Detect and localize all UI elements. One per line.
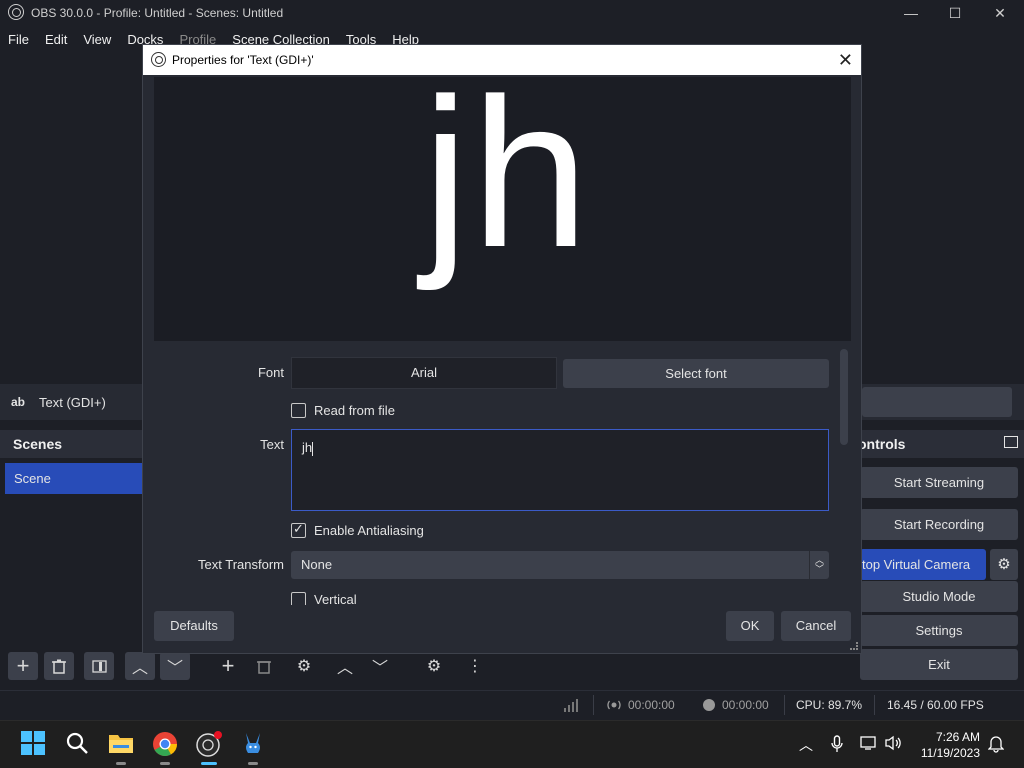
defaults-button[interactable]: Defaults (154, 611, 234, 641)
read-from-file-checkbox[interactable] (291, 403, 306, 418)
dock-float-icon[interactable] (1004, 436, 1018, 448)
font-label: Font (257, 365, 284, 380)
start-recording-button[interactable]: Start Recording (860, 509, 1018, 540)
start-streaming-button[interactable]: Start Streaming (860, 467, 1018, 498)
network-status-icon[interactable] (860, 735, 878, 754)
text-transform-label: Text Transform (198, 557, 284, 572)
exit-button[interactable]: Exit (860, 649, 1018, 680)
enable-antialiasing-label[interactable]: Enable Antialiasing (314, 523, 424, 538)
taskbar-clock-date[interactable]: 11/19/2023 (910, 746, 980, 760)
vertical-label[interactable]: Vertical (314, 592, 357, 605)
enable-antialiasing-checkbox[interactable] (291, 521, 306, 538)
obs-logo-icon (151, 52, 166, 67)
rabbit-app-icon[interactable] (240, 731, 266, 757)
font-display: Arial (291, 357, 557, 389)
text-caret (312, 441, 314, 456)
taskbar-clock-time[interactable]: 7:26 AM (922, 730, 980, 744)
close-button[interactable]: ✕ (977, 0, 1023, 26)
window-titlebar: OBS 30.0.0 - Profile: Untitled - Scenes:… (0, 0, 1024, 26)
source-properties-icon[interactable]: ⚙ (289, 652, 319, 680)
taskbar-active-indicator (201, 762, 217, 765)
chrome-icon[interactable] (152, 731, 178, 757)
ok-button[interactable]: OK (726, 611, 774, 641)
preview-text: jh (422, 77, 592, 291)
audio-settings-icon[interactable]: ⚙ (419, 652, 449, 680)
add-scene-icon[interactable]: + (8, 652, 38, 680)
virtual-camera-settings-icon[interactable]: ⚙ (990, 549, 1018, 580)
text-transform-select[interactable]: None ︿ ﹀ (291, 551, 829, 579)
tray-chevron-icon[interactable]: ︿ (799, 735, 813, 755)
vertical-checkbox[interactable] (291, 592, 306, 605)
text-input-value: jh (302, 440, 313, 455)
maximize-button[interactable]: ☐ (932, 0, 978, 26)
studio-mode-button[interactable]: Studio Mode (860, 581, 1018, 612)
dialog-close-icon[interactable]: ✕ (838, 50, 853, 71)
move-source-up-icon[interactable]: ︿ (330, 652, 360, 680)
microphone-icon[interactable] (831, 735, 843, 756)
selected-source-name: Text (GDI+) (39, 395, 106, 410)
stream-time: 00:00:00 (628, 698, 675, 712)
search-icon[interactable] (65, 731, 91, 757)
taskbar-indicator (248, 762, 258, 765)
divider (874, 695, 875, 715)
properties-scrollbar[interactable] (840, 349, 848, 445)
virtual-camera-button[interactable]: top Virtual Camera (860, 549, 986, 580)
scenes-dock: Scenes Scene (0, 430, 142, 650)
stream-status-icon (607, 698, 621, 715)
text-source-icon: ab (11, 395, 26, 409)
select-font-button[interactable]: Select font (563, 359, 829, 388)
move-scene-up-icon[interactable]: ︿ (125, 652, 155, 680)
source-filter-box[interactable] (862, 387, 1012, 417)
text-transform-value: None (301, 557, 333, 572)
desktop: OBS 30.0.0 - Profile: Untitled - Scenes:… (0, 0, 1024, 768)
network-icon (563, 698, 579, 715)
status-bar: 00:00:00 00:00:00 CPU: 89.7% 16.45 / 60.… (0, 690, 1024, 718)
minimize-button[interactable]: — (888, 0, 934, 26)
dock-toolbar: + ︿ ﹀ + ⚙ ︿ ﹀ ⚙ ⋮ (0, 652, 858, 682)
move-source-down-icon[interactable]: ﹀ (365, 652, 395, 680)
window-title: OBS 30.0.0 - Profile: Untitled - Scenes:… (31, 6, 284, 20)
record-status-icon (702, 698, 716, 715)
resize-grip[interactable] (850, 642, 858, 650)
fps-readout: 16.45 / 60.00 FPS (887, 698, 984, 712)
taskbar-indicator (116, 762, 126, 765)
scene-list-item[interactable]: Scene (5, 463, 142, 494)
audio-menu-icon[interactable]: ⋮ (460, 652, 490, 680)
properties-dialog: Properties for 'Text (GDI+)' ✕ jh Font A… (142, 44, 862, 654)
text-input[interactable]: jh (291, 429, 829, 511)
read-from-file-label[interactable]: Read from file (314, 403, 395, 418)
windows-taskbar: ︿ 7:26 AM 11/19/2023 (0, 720, 1024, 768)
taskbar-indicator (160, 762, 170, 765)
menu-file[interactable]: File (0, 28, 37, 52)
controls-header: ontrols (858, 430, 1024, 458)
obs-logo-icon (8, 4, 24, 20)
settings-button[interactable]: Settings (860, 615, 1018, 646)
divider (784, 695, 785, 715)
cpu-usage: CPU: 89.7% (796, 698, 863, 712)
dialog-title: Properties for 'Text (GDI+)' (172, 53, 314, 67)
source-preview: jh (154, 77, 851, 341)
scene-filters-icon[interactable] (84, 652, 114, 680)
move-scene-down-icon[interactable]: ﹀ (160, 652, 190, 680)
select-arrows-icon: ︿ ﹀ (809, 551, 829, 579)
obs-taskbar-icon[interactable] (196, 731, 222, 757)
file-explorer-icon[interactable] (108, 731, 134, 757)
dialog-titlebar: Properties for 'Text (GDI+)' ✕ (143, 45, 861, 75)
text-label: Text (260, 437, 284, 452)
notification-bell-icon[interactable] (987, 735, 1005, 756)
menu-view[interactable]: View (75, 28, 119, 52)
properties-panel: Font Arial Select font Read from file Te… (154, 343, 851, 605)
add-source-icon[interactable]: + (213, 652, 243, 680)
menu-edit[interactable]: Edit (37, 28, 75, 52)
controls-dock: ontrols Start Streaming Start Recording … (858, 430, 1024, 685)
record-time: 00:00:00 (722, 698, 769, 712)
cancel-button[interactable]: Cancel (781, 611, 851, 641)
scenes-header: Scenes (0, 430, 142, 458)
divider (593, 695, 594, 715)
windows-start-icon[interactable] (21, 731, 47, 757)
remove-scene-icon[interactable] (44, 652, 74, 680)
remove-source-icon[interactable] (249, 652, 279, 680)
volume-icon[interactable] (885, 735, 903, 754)
